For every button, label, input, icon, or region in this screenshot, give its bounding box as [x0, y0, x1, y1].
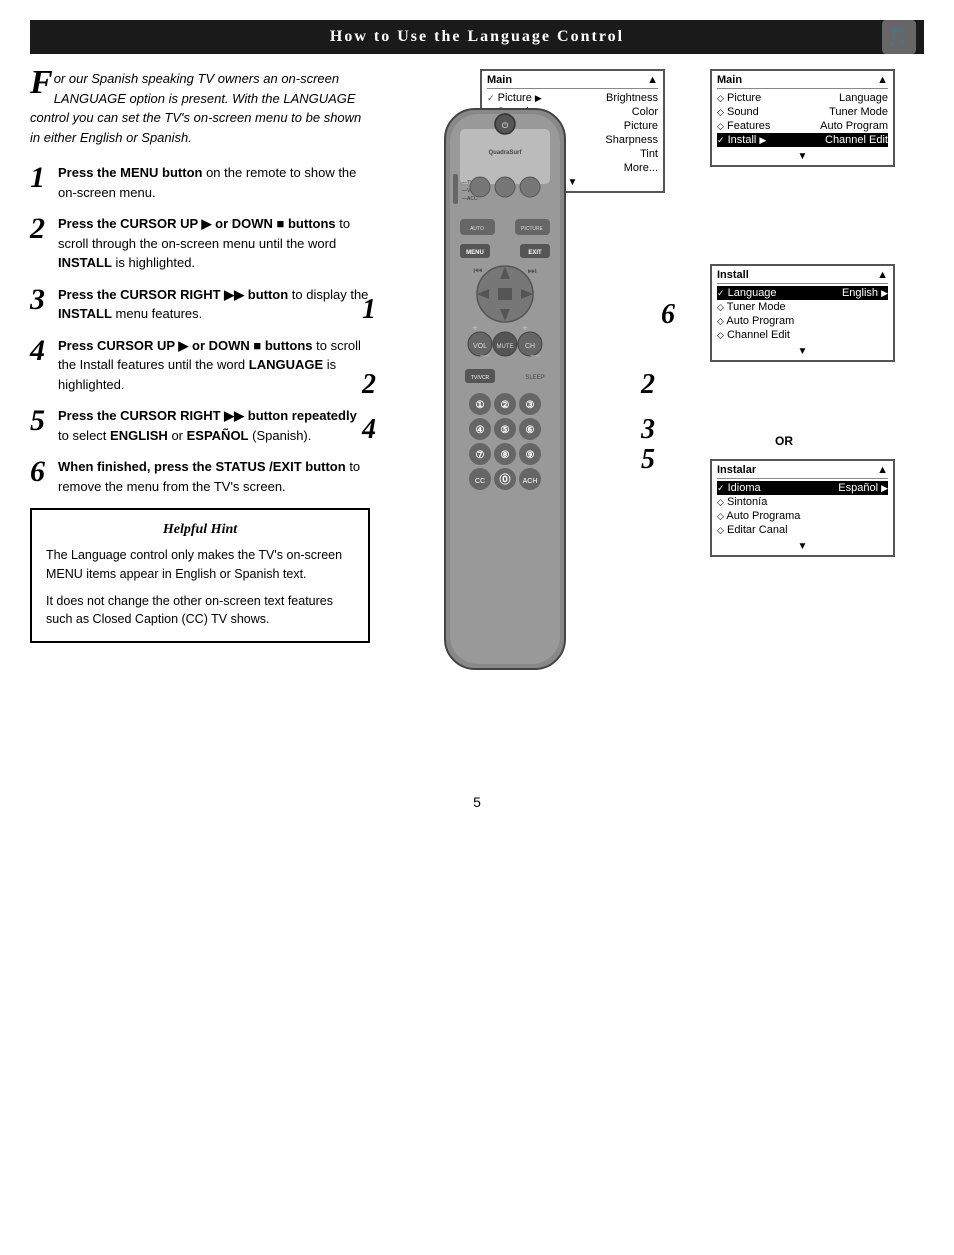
svg-text:—: — — [481, 350, 490, 360]
svg-text:ACH: ACH — [523, 478, 538, 485]
step-1-text: Press the MENU button on the remote to s… — [58, 163, 370, 202]
svg-text:⏸: ⏸ — [503, 266, 508, 277]
svg-text:⑧: ⑧ — [501, 450, 510, 461]
header-title: How to Use the Language Control — [330, 28, 624, 45]
svg-text:CC: CC — [475, 478, 485, 485]
right-area: Main ▲ ✓ Picture ▶ Brightness ◇ Sound Co… — [380, 69, 924, 769]
svg-text:—ACC: —ACC — [462, 196, 478, 202]
step-4-number: 4 — [30, 336, 50, 366]
svg-text:PICTURE: PICTURE — [521, 226, 544, 232]
hint-paragraph-1: The Language control only makes the TV's… — [46, 546, 354, 584]
step-5-number: 5 — [30, 406, 50, 436]
screen-3-language: Install ▲ ✓ Language English ▶ ◇ Tuner M… — [710, 264, 895, 362]
screen4-title: Instalar — [717, 464, 756, 476]
svg-text:⏻: ⏻ — [502, 121, 509, 130]
header-icon: 🎵 — [882, 20, 916, 54]
page-number: 5 — [0, 769, 954, 825]
step-6-text: When finished, press the STATUS /EXIT bu… — [58, 457, 370, 496]
svg-text:④: ④ — [476, 425, 485, 436]
page-wrapper: How to Use the Language Control 🎵 F or o… — [0, 20, 954, 825]
screen1-title: Main — [487, 74, 512, 86]
svg-text:+: + — [522, 323, 527, 333]
remote-svg: ⏻ QuadraSurf —TV —VCR —ACC AUTO — [380, 99, 630, 699]
svg-text:⑦: ⑦ — [476, 450, 485, 461]
screen3-title: Install — [717, 269, 749, 281]
svg-text:QuadraSurf: QuadraSurf — [488, 150, 522, 156]
step-overlay-3-right: 3 — [641, 414, 655, 446]
svg-text:+: + — [472, 323, 477, 333]
screen2-title: Main — [717, 74, 742, 86]
svg-text:⏭: ⏭ — [528, 266, 537, 277]
hint-title: Helpful Hint — [46, 522, 354, 538]
svg-text:EXIT: EXIT — [528, 250, 542, 256]
svg-text:②: ② — [501, 400, 510, 411]
svg-text:①: ① — [476, 400, 485, 411]
step-1: 1 Press the MENU button on the remote to… — [30, 163, 370, 202]
step-2-text: Press the CURSOR UP ▶ or DOWN ■ buttons … — [58, 214, 370, 273]
svg-text:SLEEP: SLEEP — [525, 375, 544, 381]
svg-text:MUTE: MUTE — [497, 344, 514, 350]
step-overlay-2-right: 2 — [641, 369, 655, 401]
step-overlay-1: 1 — [362, 294, 376, 326]
svg-text:CH: CH — [525, 343, 535, 350]
step-overlay-6-right: 6 — [661, 299, 675, 331]
intro-text: or our Spanish speaking TV owners an on-… — [30, 71, 361, 145]
remote-control: ⏻ QuadraSurf —TV —VCR —ACC AUTO — [380, 99, 630, 699]
step-3-number: 3 — [30, 285, 50, 315]
step-4: 4 Press CURSOR UP ▶ or DOWN ■ buttons to… — [30, 336, 370, 395]
step-overlay-2-top: 2 — [362, 369, 376, 401]
step-4-text: Press CURSOR UP ▶ or DOWN ■ buttons to s… — [58, 336, 370, 395]
svg-text:AUTO: AUTO — [470, 226, 484, 232]
svg-text:MENU: MENU — [466, 250, 484, 256]
screen1-up: ▲ — [647, 74, 658, 86]
step-6-number: 6 — [30, 457, 50, 487]
hint-paragraph-2: It does not change the other on-screen t… — [46, 592, 354, 630]
svg-text:⏮: ⏮ — [474, 266, 483, 277]
step-3-text: Press the CURSOR RIGHT ▶▶ button to disp… — [58, 285, 370, 324]
svg-text:—: — — [531, 350, 540, 360]
svg-text:TV/VCR: TV/VCR — [471, 375, 490, 381]
svg-text:⑥: ⑥ — [526, 425, 535, 436]
step-3: 3 Press the CURSOR RIGHT ▶▶ button to di… — [30, 285, 370, 324]
svg-text:⓪: ⓪ — [500, 472, 511, 486]
left-column: F or our Spanish speaking TV owners an o… — [30, 69, 370, 643]
hint-box: Helpful Hint The Language control only m… — [30, 508, 370, 643]
step-5-text: Press the CURSOR RIGHT ▶▶ button repeate… — [58, 406, 370, 445]
step-overlay-4-left: 4 — [362, 414, 376, 446]
page-header: How to Use the Language Control 🎵 — [30, 20, 924, 54]
step-6: 6 When finished, press the STATUS /EXIT … — [30, 457, 370, 496]
step-2: 2 Press the CURSOR UP ▶ or DOWN ■ button… — [30, 214, 370, 273]
screen-4-spanish: Instalar ▲ ✓ Idioma Español ▶ ◇ Sintonía… — [710, 459, 895, 557]
svg-text:⑨: ⑨ — [526, 450, 535, 461]
intro-paragraph: F or our Spanish speaking TV owners an o… — [30, 69, 370, 147]
drop-cap: F — [30, 69, 53, 98]
svg-text:⑤: ⑤ — [501, 425, 510, 436]
screen-2-install: Main ▲ ◇ Picture Language ◇ Sound Tuner … — [710, 69, 895, 167]
step-overlay-5-right: 5 — [641, 444, 655, 476]
svg-text:VOL: VOL — [473, 343, 487, 350]
step-1-number: 1 — [30, 163, 50, 193]
svg-text:③: ③ — [526, 400, 535, 411]
steps-list: 1 Press the MENU button on the remote to… — [30, 163, 370, 496]
or-label: OR — [775, 434, 793, 448]
step-2-number: 2 — [30, 214, 50, 244]
step-5: 5 Press the CURSOR RIGHT ▶▶ button repea… — [30, 406, 370, 445]
